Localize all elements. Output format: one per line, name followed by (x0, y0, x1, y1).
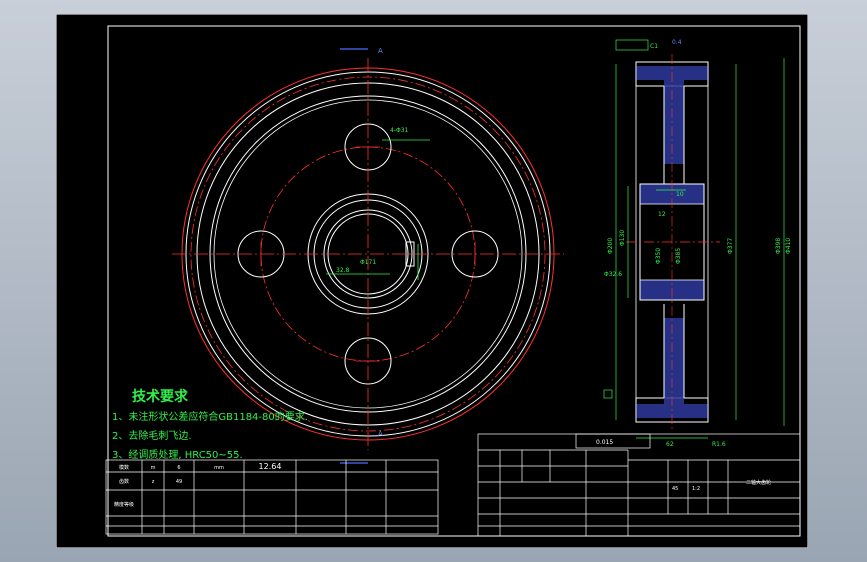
dim-d2: Φ200 (607, 238, 614, 254)
param-table-cells: 模数 m 6 mm 12.64 齿数 z 49 精度等级 (114, 462, 281, 508)
param-table-cell: m (151, 465, 156, 471)
tech-requirements-title: 技术要求 (132, 389, 188, 405)
part-name-label: 二轴大齿轮 (746, 479, 771, 486)
cad-drawing: 4-Φ31 Φ171 32.8 A A C1 0.4 10 12 62 R1.6… (56, 14, 808, 548)
param-table-cell: 精度等级 (114, 501, 134, 508)
tech-requirement-2: 2、去除毛刺飞边. (112, 431, 192, 442)
front-view (172, 48, 564, 464)
param-table-cell: 6 (177, 465, 180, 471)
dim-w1: 10 (676, 191, 684, 198)
param-table-cell: 49 (176, 479, 182, 485)
dim-d5: Φ350 (655, 248, 662, 264)
dim-d3: Φ377 (727, 238, 734, 254)
scale-label: 1:2 (692, 486, 700, 492)
dim-w2: 12 (658, 211, 666, 218)
drawing-canvas[interactable]: 4-Φ31 Φ171 32.8 A A C1 0.4 10 12 62 R1.6… (56, 14, 808, 548)
section-view (603, 39, 785, 439)
dim-r1: R1.6 (712, 441, 726, 448)
tolerance-label: 0.015 (596, 439, 613, 446)
param-table-cell: 模数 (119, 464, 129, 471)
material-label: 45 (672, 486, 678, 492)
bore-dim-label: Φ171 (360, 259, 376, 266)
dim-d6: Φ385 (675, 248, 682, 264)
param-table-cell: z (152, 479, 155, 485)
hole-dim-label: 4-Φ31 (390, 127, 409, 134)
param-table-cell: 12.64 (259, 462, 282, 471)
section-label-top: A (378, 47, 383, 55)
param-table-cell: mm (214, 465, 224, 471)
param-table-cell: 齿数 (119, 478, 129, 485)
section-label-bottom: A (378, 430, 383, 438)
dim-d1: Φ130 (619, 230, 626, 246)
datum-label: C1 (650, 43, 658, 50)
dim-d7: Φ410 (785, 238, 792, 254)
dim-w3: 62 (666, 441, 674, 448)
tech-requirement-1: 1、未注形状公差应符合GB1184-80的要求. (112, 412, 308, 423)
tech-requirement-3: 3、经调质处理, HRC50~55. (112, 450, 243, 461)
keyway-dim-label: 32.8 (336, 267, 350, 274)
param-table (105, 459, 439, 535)
dim-d8: Φ32.6 (604, 271, 622, 278)
dim-d4: Φ398 (775, 238, 782, 254)
detail-label: 0.4 (672, 39, 682, 46)
